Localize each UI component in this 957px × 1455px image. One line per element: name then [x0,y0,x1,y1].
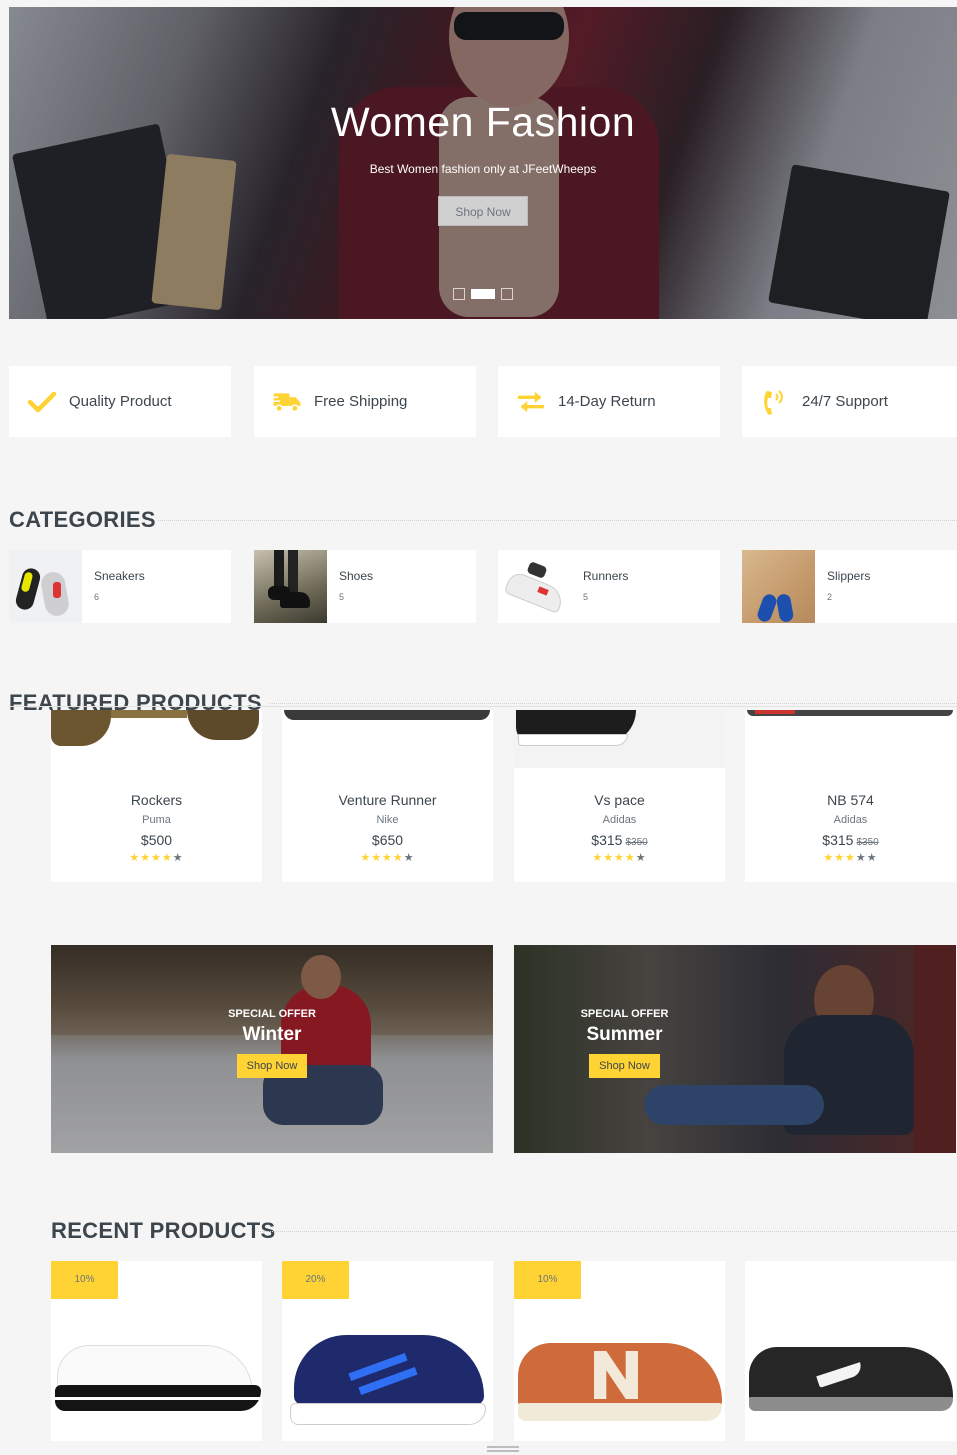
feature-label: 14-Day Return [558,393,656,410]
section-divider [270,703,957,704]
truck-icon [272,387,302,417]
carousel-indicator-2[interactable] [471,289,495,299]
category-card-slippers[interactable]: Slippers 2 [742,550,957,623]
carousel-indicators [9,288,957,300]
product-image [288,1325,488,1431]
category-count: 5 [339,592,345,602]
category-card-runners[interactable]: Runners 5 [498,550,720,623]
offer-shop-now-button[interactable]: Shop Now [236,1054,308,1078]
offer-banner-summer[interactable]: SPECIAL OFFER Summer Shop Now [514,945,956,1153]
product-price: $500 [140,832,173,848]
recent-product-card[interactable]: 20% [282,1261,493,1441]
product-old-price: $350 [625,837,648,848]
product-image [53,1325,261,1421]
category-count: 6 [94,592,100,602]
category-image [9,550,82,623]
product-name[interactable]: Rockers [51,792,262,808]
feature-return: 14-Day Return [498,366,720,437]
product-image [51,710,262,768]
recent-product-card[interactable]: 10% [514,1261,725,1441]
product-image [745,710,956,768]
feature-label: Free Shipping [314,393,408,410]
category-name: Sneakers [94,569,145,583]
section-divider [158,520,957,521]
section-divider [258,1231,957,1232]
product-name[interactable]: Venture Runner [282,792,493,808]
feature-shipping: Free Shipping [254,366,476,437]
hero-subtitle: Best Women fashion only at JFeetWheeps [369,162,597,176]
product-card[interactable]: NB 574 Adidas $315 $350 ★★★★★ [745,710,956,882]
category-card-sneakers[interactable]: Sneakers 6 [9,550,231,623]
product-card[interactable]: Vs pace Adidas $315 $350 ★★★★★ [514,710,725,882]
hero-shop-now-button[interactable]: Shop Now [438,196,528,226]
product-name[interactable]: NB 574 [745,792,956,808]
category-name: Runners [583,569,629,583]
product-card[interactable]: Venture Runner Nike $650 ★★★★★ [282,710,493,882]
product-price: $315 $350 [591,832,648,848]
product-brand: Puma [142,814,171,826]
product-brand: Adidas [833,814,868,826]
rating-stars: ★★★★★ [823,852,878,864]
category-count: 2 [827,592,833,602]
exchange-icon [516,387,546,417]
product-price: $315 $350 [822,832,879,848]
carousel-indicator-3[interactable] [501,288,513,300]
rating-stars: ★★★★★ [592,852,647,864]
phone-volume-icon [760,387,790,417]
offer-title: Summer [586,1024,663,1045]
category-card-shoes[interactable]: Shoes 5 [254,550,476,623]
offer-banner-winter[interactable]: SPECIAL OFFER Winter Shop Now [51,945,493,1153]
discount-badge: 10% [514,1261,581,1299]
product-old-price: $350 [856,837,879,848]
category-image [742,550,815,623]
product-brand: Nike [376,814,399,826]
hero-title: Women Fashion [330,99,636,145]
category-count: 5 [583,592,589,602]
feature-label: Quality Product [69,393,172,410]
product-card[interactable]: Rockers Puma $500 ★★★★★ [51,710,262,882]
recent-product-card[interactable]: 10% [51,1261,262,1441]
product-image [282,710,493,768]
offer-shop-now-button[interactable]: Shop Now [589,1054,660,1078]
hero-carousel[interactable]: Women Fashion Best Women fashion only at… [9,7,957,319]
product-image [514,710,725,768]
sticky-edge [9,706,957,707]
product-image [747,1325,953,1421]
categories-title: CATEGORIES [9,507,156,532]
featured-title: FEATURED PRODUCTS [9,690,262,710]
feature-quality: Quality Product [9,366,231,437]
rating-stars: ★★★★★ [129,852,184,864]
offer-title: Winter [242,1024,302,1045]
offer-label: SPECIAL OFFER [580,1008,669,1020]
discount-badge: 10% [51,1261,118,1299]
product-price: $650 [371,832,404,848]
recent-product-card[interactable] [745,1261,956,1441]
featured-title-wrapper: FEATURED PRODUCTS [9,690,269,710]
product-image [516,1325,722,1425]
carousel-indicator-1[interactable] [453,288,465,300]
offer-label: SPECIAL OFFER [228,1008,316,1020]
category-image [254,550,327,623]
category-name: Shoes [339,569,374,583]
category-image [498,550,571,623]
feature-label: 24/7 Support [802,393,888,410]
scroll-handle[interactable] [487,1446,519,1452]
check-icon [27,387,57,417]
category-name: Slippers [827,569,871,583]
product-brand: Adidas [602,814,637,826]
product-name[interactable]: Vs pace [514,792,725,808]
recent-title: RECENT PRODUCTS [51,1218,276,1243]
rating-stars: ★★★★★ [360,852,415,864]
discount-badge: 20% [282,1261,349,1299]
feature-support: 24/7 Support [742,366,957,437]
